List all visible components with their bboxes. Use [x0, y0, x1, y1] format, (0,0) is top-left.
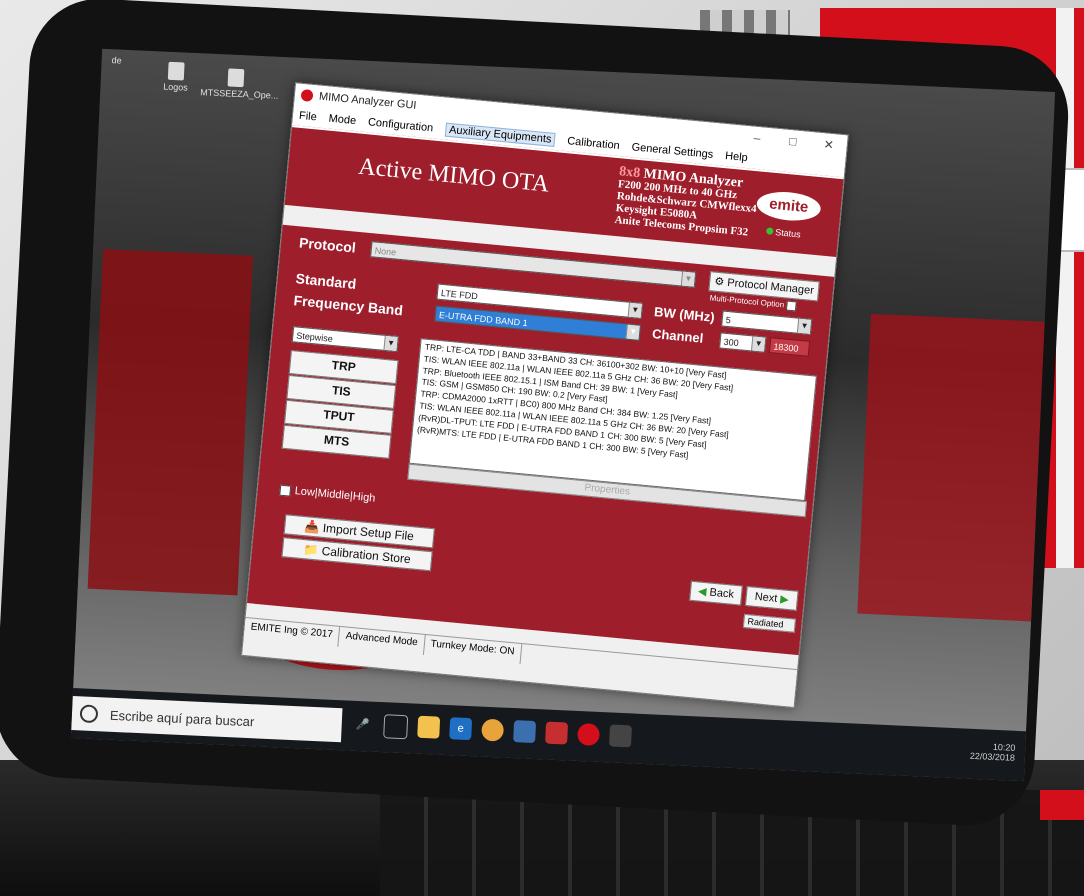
next-button[interactable]: Next ▶	[744, 586, 799, 611]
app-icon[interactable]	[609, 724, 632, 748]
channel-value: 300	[723, 336, 740, 349]
mode-text: Advanced Mode	[338, 626, 426, 655]
wallpaper-equipment-left	[87, 248, 253, 596]
arrow-right-icon: ▶	[779, 593, 790, 606]
status-dot-icon	[766, 227, 774, 235]
calibration-store-label: Calibration Store	[321, 543, 412, 567]
status-label: Status	[774, 227, 802, 240]
turnkey-text: Turnkey Mode: ON	[423, 634, 523, 665]
arrow-left-icon: ◀	[697, 585, 708, 599]
back-label: Back	[709, 586, 735, 601]
measurement-mode-select[interactable]: Stepwise ▼	[291, 326, 399, 353]
bw-label: BW (MHz)	[653, 304, 716, 325]
low-middle-high-label: Low|Middle|High	[294, 485, 376, 505]
protocol-value: None	[374, 245, 397, 258]
desktop-icon-label: de	[111, 55, 122, 66]
protocol-select[interactable]: None ▼	[370, 241, 697, 288]
red-accent-key	[1040, 790, 1084, 820]
copyright-text: EMITE Ing © 2017	[243, 617, 341, 647]
laptop-screen: Logos MTSSEEZA_Ope... de MIMO Analyzer G…	[70, 48, 1056, 782]
chevron-down-icon: ▼	[751, 336, 766, 352]
channel-select[interactable]: 300 ▼	[719, 332, 767, 353]
low-middle-high-checkbox[interactable]	[279, 484, 292, 497]
wallpaper-equipment-right	[857, 313, 1045, 622]
mimo-analyzer-window: MIMO Analyzer GUI – □ ✕ File Mode Config…	[241, 82, 849, 709]
channel-readout: 18300	[768, 337, 811, 357]
maximize-icon[interactable]: □	[774, 133, 811, 150]
system-tray[interactable]: 10:20 22/03/2018	[970, 741, 1016, 763]
low-middle-high-option[interactable]: Low|Middle|High	[279, 484, 376, 505]
desktop-icon-label: Logos	[162, 81, 188, 93]
product-specs: 8x8 MIMO Analyzer F200 200 MHz to 40 GHz…	[614, 164, 759, 239]
import-setup-label: Import Setup File	[322, 520, 415, 544]
microphone-icon[interactable]: 🎤	[351, 713, 374, 736]
bw-select[interactable]: 5 ▼	[721, 310, 813, 335]
tray-date: 22/03/2018	[969, 750, 1016, 763]
file-icon	[167, 61, 185, 81]
menu-mode[interactable]: Mode	[328, 113, 357, 128]
status-indicator[interactable]: Status	[766, 226, 801, 239]
folder-icon: 📁	[302, 542, 320, 558]
chevron-down-icon: ▼	[383, 335, 398, 351]
chevron-down-icon: ▼	[627, 302, 642, 318]
next-label: Next	[754, 590, 778, 605]
menu-help[interactable]: Help	[725, 150, 749, 164]
app-title: Active MIMO OTA	[357, 153, 551, 198]
edge-icon[interactable]: e	[449, 717, 473, 741]
back-button[interactable]: ◀ Back	[689, 580, 743, 606]
chevron-down-icon: ▼	[796, 318, 812, 334]
standard-label: Standard	[295, 270, 357, 292]
taskbar-apps: 🎤 e	[351, 713, 632, 750]
frequency-band-label: Frequency Band	[292, 292, 404, 319]
chevron-down-icon: ▼	[625, 324, 640, 340]
desktop-icon-mtsseeza[interactable]: MTSSEEZA_Ope...	[200, 67, 278, 101]
task-view-icon[interactable]	[383, 714, 409, 740]
taskbar-search[interactable]: Escribe aquí para buscar	[71, 696, 343, 743]
protocol-manager-label: Protocol Manager	[726, 276, 815, 297]
close-icon[interactable]: ✕	[810, 136, 847, 153]
config-panel: Protocol None ▼ ⚙ Protocol Manager Multi-…	[246, 224, 835, 656]
channel-label: Channel	[651, 326, 704, 346]
search-placeholder: Escribe aquí para buscar	[109, 707, 255, 729]
cortana-icon	[79, 704, 99, 724]
minimize-icon[interactable]: –	[738, 129, 775, 146]
emite-logo: emite	[755, 189, 822, 224]
bw-value: 5	[725, 314, 732, 326]
chevron-down-icon: ▼	[680, 271, 696, 287]
protocol-manager-icon: ⚙	[713, 275, 725, 289]
file-explorer-icon[interactable]	[417, 715, 441, 739]
file-icon	[227, 68, 245, 88]
menu-configuration[interactable]: Configuration	[367, 116, 433, 134]
app-icon[interactable]	[513, 720, 537, 744]
app-icon[interactable]	[545, 721, 569, 745]
chrome-icon[interactable]	[481, 718, 505, 742]
frequency-band-value: E-UTRA FDD BAND 1	[438, 309, 529, 329]
import-icon: 📥	[303, 519, 321, 535]
app-logo-icon	[300, 88, 314, 102]
protocol-label: Protocol	[298, 234, 357, 256]
measurement-mode-value: Stepwise	[295, 330, 334, 344]
mimo-analyzer-taskbar-icon[interactable]	[577, 722, 601, 746]
menu-calibration[interactable]: Calibration	[567, 135, 620, 152]
radiated-badge: Radiated	[742, 613, 796, 633]
menu-file[interactable]: File	[299, 110, 318, 124]
standard-value: LTE FDD	[440, 287, 479, 302]
multi-protocol-checkbox[interactable]	[785, 300, 797, 312]
